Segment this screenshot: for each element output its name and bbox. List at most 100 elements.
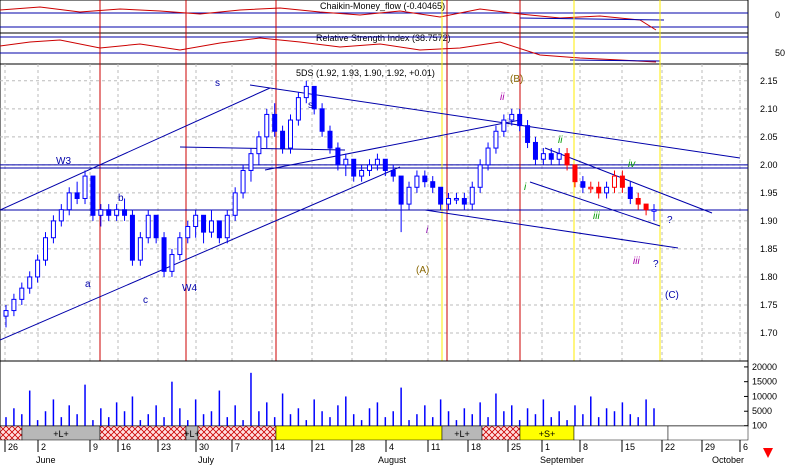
volume-tick-label: 5000 [752, 406, 772, 416]
wave-label: b [118, 193, 124, 204]
wave-label: iii [633, 256, 640, 267]
candle-body [129, 214, 135, 261]
candle-body [446, 197, 452, 205]
candle-body [295, 97, 301, 121]
candle-body [3, 310, 9, 317]
candle-body [461, 197, 467, 205]
price-tick-label: 1.85 [760, 244, 778, 254]
date-tick-label: 18 [471, 442, 481, 452]
date-tick-label: 6 [743, 442, 748, 452]
candle-body [82, 175, 88, 199]
candle-body [224, 214, 230, 239]
candle-body [438, 186, 444, 205]
candle-body [240, 169, 246, 194]
candle-body [122, 209, 128, 216]
price-tick-label: 1.75 [760, 300, 778, 310]
candle-body [201, 214, 207, 233]
candle-body [414, 175, 420, 188]
month-label: October [712, 455, 744, 465]
candle-body [256, 136, 262, 155]
cycle-band-label: +S+ [539, 429, 556, 439]
candle-body [177, 237, 183, 256]
candle-body [532, 141, 538, 160]
cycle-band-segment [275, 425, 443, 441]
candle-body [272, 113, 278, 132]
candle-body [635, 197, 641, 205]
candle-body [382, 158, 388, 171]
candle-body [153, 214, 159, 239]
candle-body [501, 119, 507, 132]
candle-body [651, 209, 657, 212]
candle-body [351, 158, 357, 177]
candle-body [398, 175, 404, 205]
price-axis: 2.15 2.10 2.05 2.00 1.95 1.90 1.85 1.80 1.75 1.70 [760, 76, 778, 338]
candle-body [145, 214, 151, 239]
price-tick-label: 2.00 [760, 160, 778, 170]
candle-body [90, 175, 96, 216]
candle-body [343, 158, 349, 166]
candle-body [66, 192, 72, 211]
wave-label: (B) [510, 74, 523, 85]
candle-body [367, 164, 373, 171]
candle-body [477, 164, 483, 188]
date-tick-label: 14 [275, 442, 285, 452]
date-axis: 26 2 9 16 23 30 7 14 21 28 4 11 18 25 1 8 15 22 29 6June Jul… [4, 440, 748, 465]
price-tick-label: 1.80 [760, 272, 778, 282]
candle [161, 232, 167, 277]
candle-body [27, 276, 33, 289]
candle-body [422, 175, 428, 183]
wave-label: a [85, 279, 91, 290]
scroll-down-arrow-icon[interactable] [763, 448, 773, 458]
wave-label: iii [593, 211, 600, 222]
price-tick-label: 1.90 [760, 216, 778, 226]
cycle-band-empty [667, 425, 749, 441]
candle-body [216, 220, 222, 239]
cycle-band-segment [573, 425, 669, 441]
volume-pane [0, 360, 749, 427]
date-tick-label: 9 [93, 442, 98, 452]
candle-body [627, 186, 633, 199]
cycle-band-label: +L+ [184, 429, 200, 439]
candle-body [327, 130, 333, 149]
volume-tick-label: 10000 [752, 391, 777, 401]
candle-body [485, 147, 491, 166]
wave-label: ii [558, 135, 563, 146]
month-label: August [378, 455, 407, 465]
date-tick-label: 8 [583, 442, 588, 452]
date-tick-label: 26 [8, 442, 18, 452]
date-tick-label: 7 [235, 442, 240, 452]
date-tick-label: 29 [705, 442, 715, 452]
candle-body [469, 186, 475, 205]
rsi-scale: 50 [775, 48, 785, 58]
candle-body [11, 298, 17, 312]
date-tick-label: 30 [199, 442, 209, 452]
volume-axis: 20000 15000 10000 5000 100 [744, 362, 777, 431]
candle [90, 175, 96, 221]
candle-body [114, 209, 120, 216]
candle-body [556, 153, 562, 160]
candle-body [572, 164, 578, 183]
price-tick-label: 1.70 [760, 328, 778, 338]
candle-body [43, 237, 49, 261]
date-tick-label: 4 [389, 442, 394, 452]
candle-body [493, 130, 499, 149]
chaikin-label: Chaikin-Money_flow (-0.40465) [320, 1, 445, 11]
candle-body [604, 186, 610, 194]
month-label: June [36, 455, 56, 465]
candle-body [280, 130, 286, 149]
candle-body [319, 108, 325, 132]
wave-label: ii [500, 92, 505, 103]
candle-body [548, 153, 554, 160]
wave-label: (C) [665, 290, 679, 301]
month-label: July [198, 455, 215, 465]
wave-label: s [308, 100, 313, 111]
date-tick-label: 28 [355, 442, 365, 452]
candle-body [564, 153, 570, 166]
candle-body [248, 153, 254, 171]
candle-body [374, 158, 380, 166]
volume-tick-label: 15000 [752, 377, 777, 387]
candle-body [517, 113, 523, 127]
candle-body [509, 113, 515, 121]
wave-label: ? [667, 215, 673, 226]
cycle-band-label: +L+ [53, 429, 69, 439]
